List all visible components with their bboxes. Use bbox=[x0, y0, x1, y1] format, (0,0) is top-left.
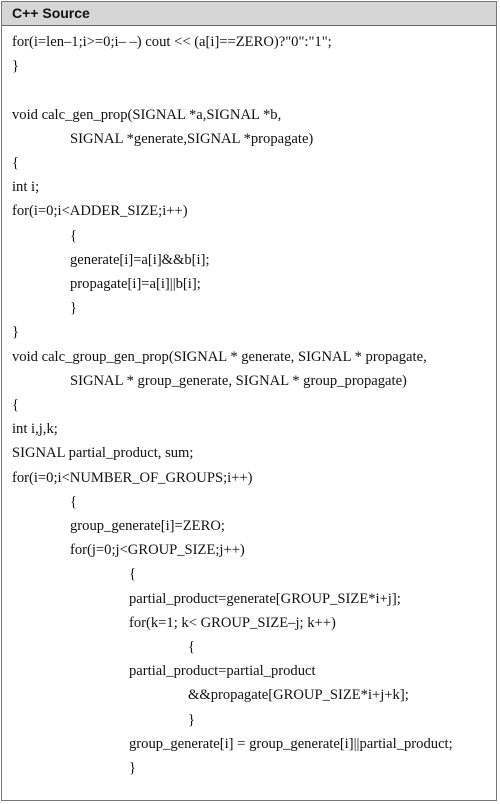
code-line: &&propagate[GROUP_SIZE*i+j+k]; bbox=[188, 687, 409, 704]
code-line: group_generate[i] = group_generate[i]||p… bbox=[129, 735, 453, 752]
code-line: for(k=1; k< GROUP_SIZE–j; k++) bbox=[129, 614, 336, 631]
code-line: { bbox=[188, 639, 196, 655]
code-listing-panel: C++ Source for(i=len–1;i>=0;i– –) cout <… bbox=[1, 1, 497, 801]
code-line: for(i=len–1;i>=0;i– –) cout << (a[i]==ZE… bbox=[12, 34, 332, 50]
code-line: partial_product=partial_product bbox=[129, 663, 316, 680]
code-line: } bbox=[188, 711, 196, 728]
code-line: } bbox=[70, 300, 78, 317]
code-line: group_generate[i]=ZERO; bbox=[70, 518, 225, 534]
code-line: SIGNAL partial_product, sum; bbox=[12, 445, 194, 462]
code-line: propagate[i]=a[i]||b[i]; bbox=[70, 276, 201, 292]
code-line: { bbox=[70, 493, 78, 510]
code-line: for(j=0;j<GROUP_SIZE;j++) bbox=[70, 542, 245, 559]
code-line: } bbox=[12, 58, 20, 75]
code-line: for(i=0;i<NUMBER_OF_GROUPS;i++) bbox=[12, 469, 253, 486]
code-line: int i; bbox=[12, 179, 40, 196]
code-line: { bbox=[12, 397, 20, 413]
code-line: partial_product=generate[GROUP_SIZE*i+j]… bbox=[129, 590, 401, 607]
code-line: SIGNAL *generate,SIGNAL *propagate) bbox=[70, 130, 314, 147]
code-line: generate[i]=a[i]&&b[i]; bbox=[70, 251, 210, 268]
code-line: { bbox=[129, 566, 137, 583]
code-line: int i,j,k; bbox=[12, 421, 58, 438]
code-line: } bbox=[12, 324, 20, 341]
listing-title: C++ Source bbox=[12, 5, 90, 21]
code-line: SIGNAL * group_generate, SIGNAL * group_… bbox=[70, 372, 407, 389]
code-line: { bbox=[12, 155, 20, 171]
code-line: { bbox=[70, 227, 78, 244]
code-line: } bbox=[129, 760, 137, 776]
code-line: void calc_group_gen_prop(SIGNAL * genera… bbox=[12, 348, 427, 365]
code-line: void calc_gen_prop(SIGNAL *a,SIGNAL *b, bbox=[12, 106, 282, 123]
listing-header: C++ Source bbox=[2, 2, 496, 26]
code-line: for(i=0;i<ADDER_SIZE;i++) bbox=[12, 203, 188, 220]
